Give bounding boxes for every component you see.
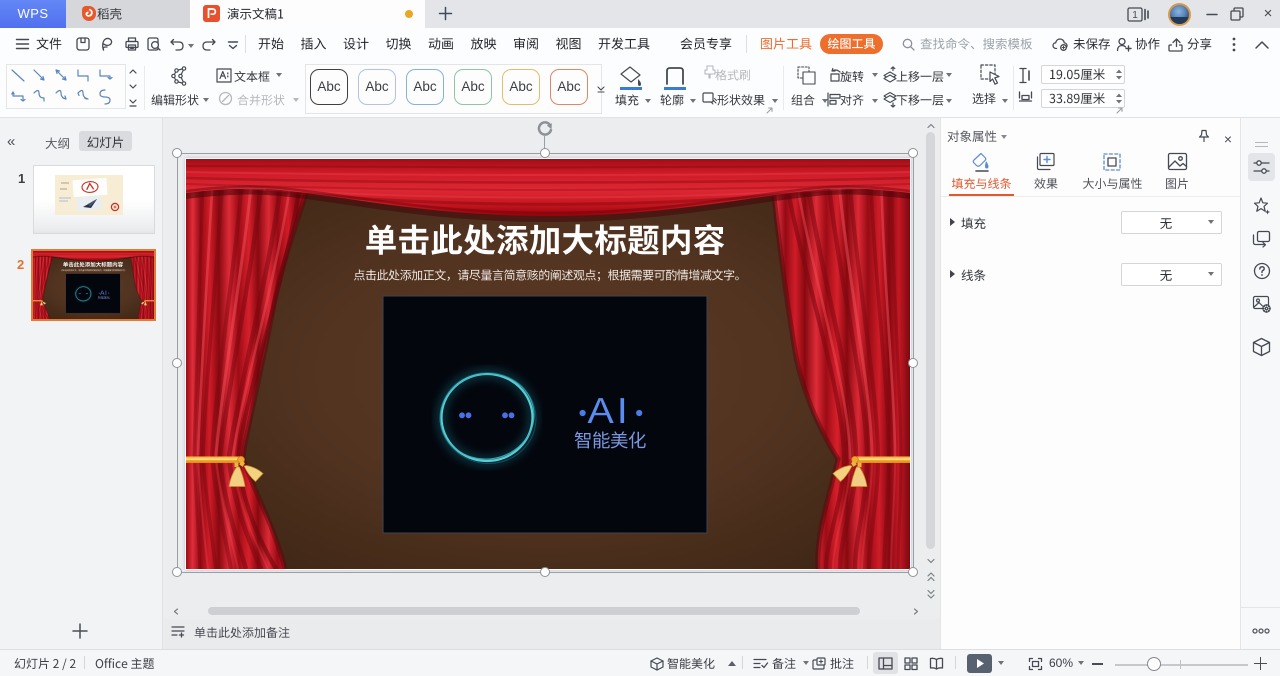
svg-text:1: 1 bbox=[1132, 10, 1138, 21]
